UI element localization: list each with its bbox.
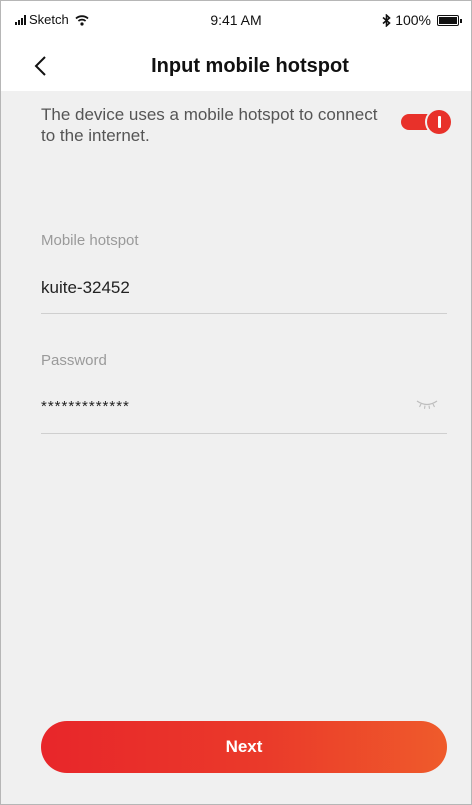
eye-closed-icon[interactable] (415, 396, 439, 412)
hotspot-toggle-switch[interactable] (401, 110, 451, 134)
status-bar: Sketch 9:41 AM 100% (1, 1, 471, 41)
next-button[interactable]: Next (41, 721, 447, 773)
hotspot-description: The device uses a mobile hotspot to conn… (41, 105, 378, 145)
password-divider (41, 433, 447, 434)
battery-icon (437, 14, 462, 26)
toggle-knob (427, 110, 451, 134)
hotspot-label: Mobile hotspot (41, 232, 139, 249)
hotspot-input[interactable]: kuite-32452 (41, 278, 130, 298)
status-right: 100% (382, 12, 462, 28)
phone-screen: Sketch 9:41 AM 100% Input mobile hotspot (0, 0, 472, 805)
password-input[interactable]: ************* (41, 398, 130, 415)
password-label: Password (41, 352, 107, 369)
page-title: Input mobile hotspot (151, 55, 349, 77)
hotspot-field[interactable]: Mobile hotspot kuite-32452 (41, 232, 447, 316)
bluetooth-icon (382, 13, 391, 27)
nav-bar: Input mobile hotspot (1, 41, 471, 91)
hotspot-divider (41, 313, 447, 314)
hotspot-toggle-row: The device uses a mobile hotspot to conn… (41, 104, 451, 146)
password-field[interactable]: Password ************* (41, 352, 447, 436)
battery-percent: 100% (395, 12, 431, 28)
